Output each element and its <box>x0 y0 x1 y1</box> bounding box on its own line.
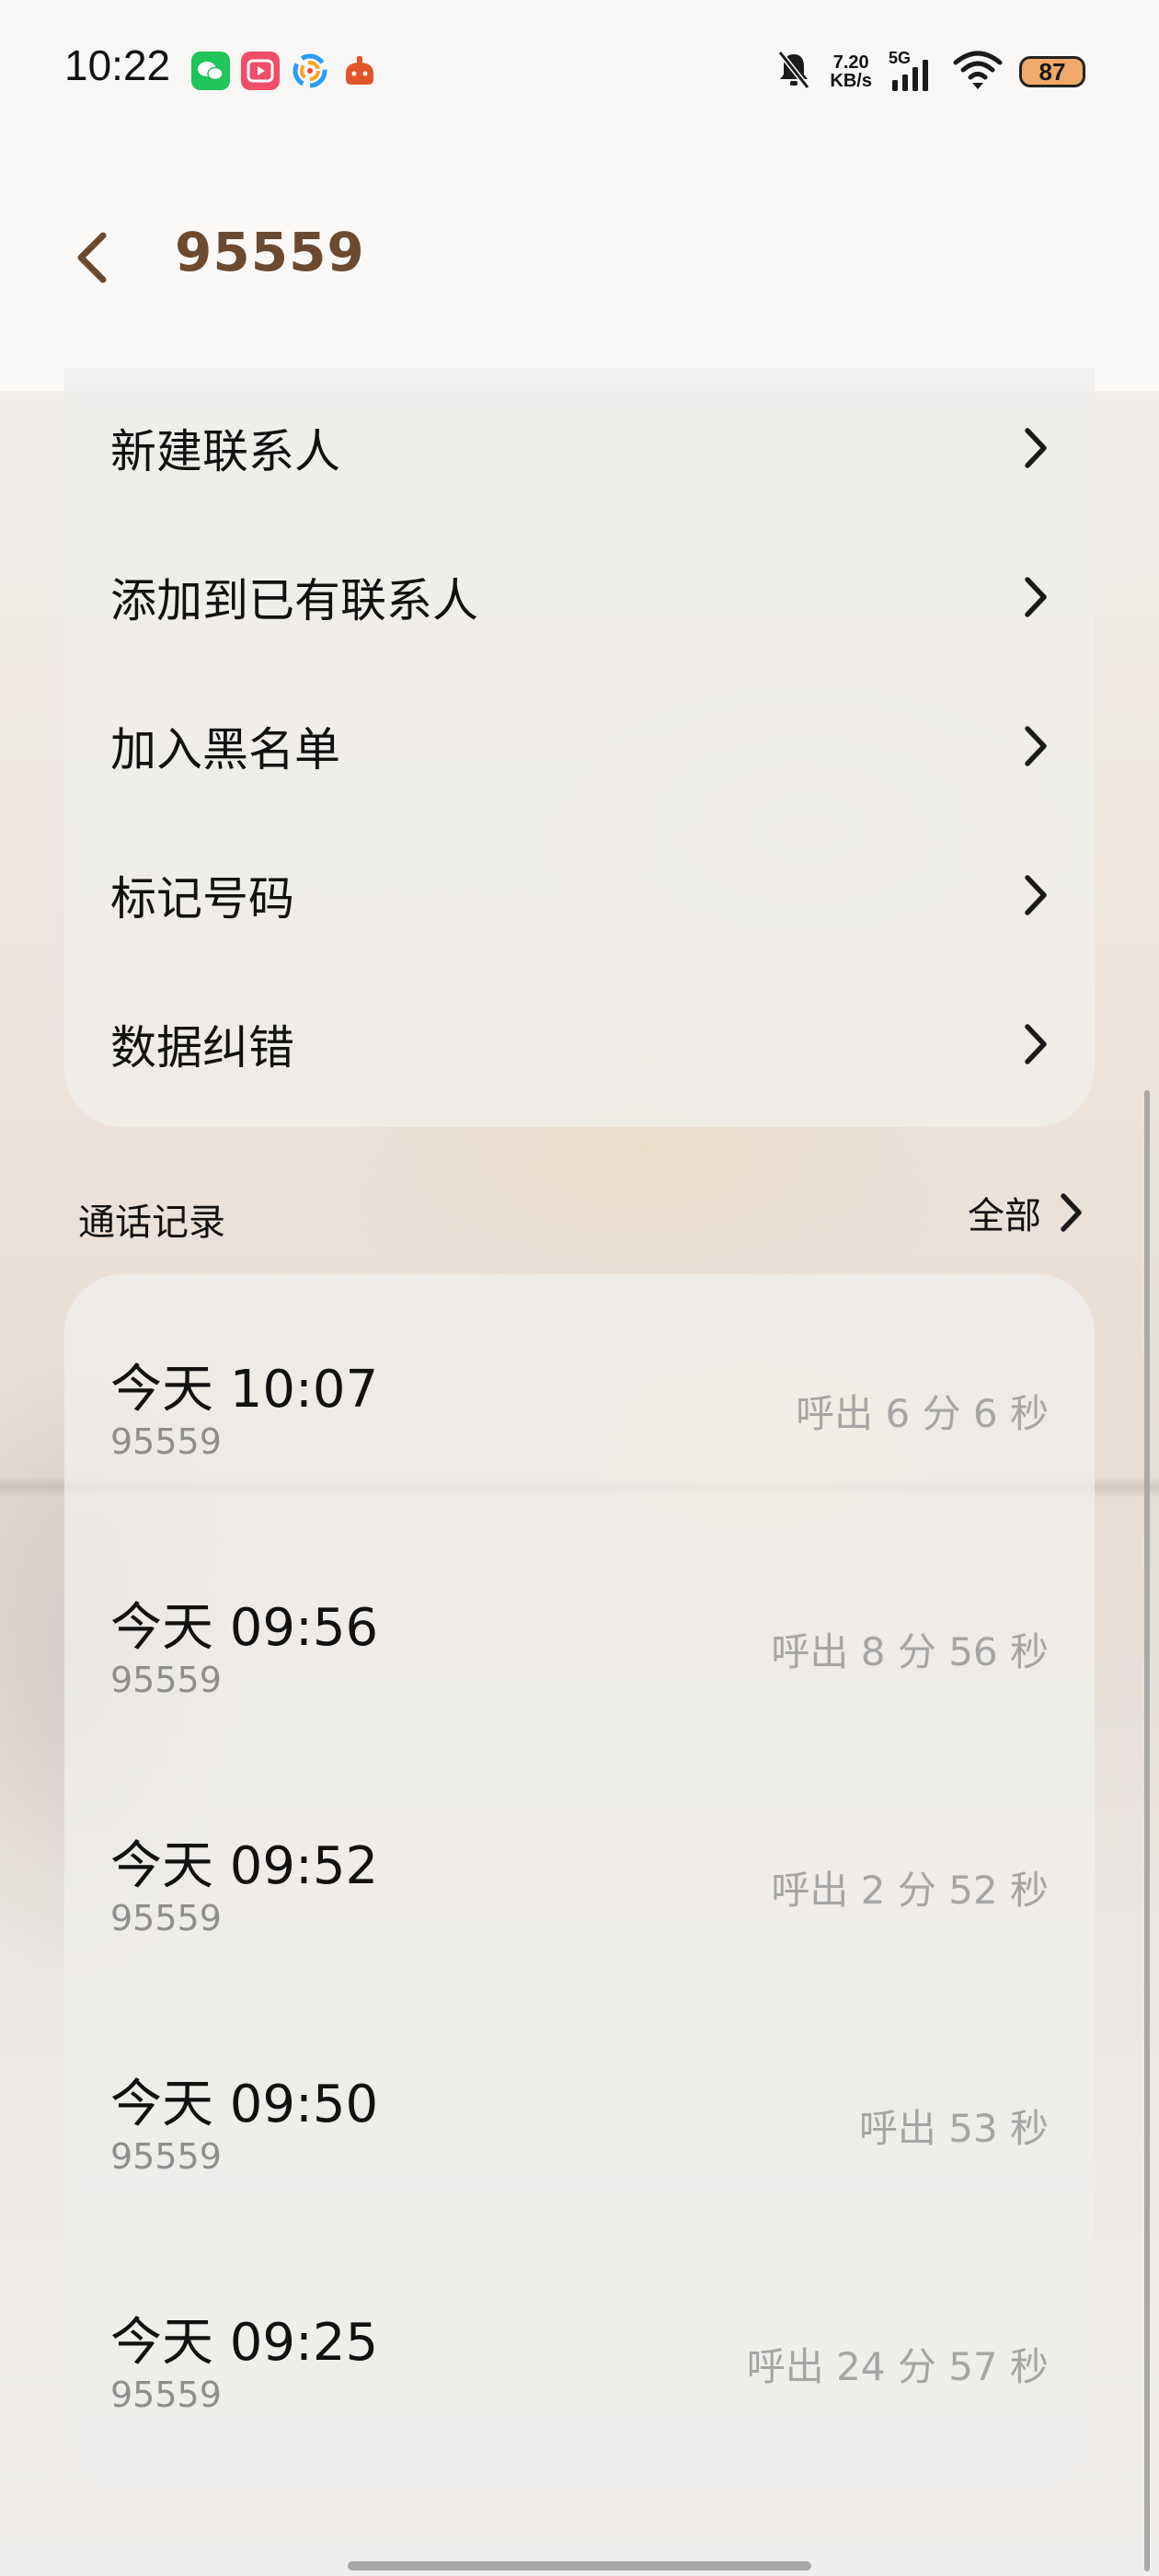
video-app-icon <box>241 52 280 90</box>
taobao-icon <box>340 52 379 90</box>
back-arrow-icon <box>77 232 107 283</box>
action-label: 新建联系人 <box>110 425 340 478</box>
call-time: 今天 09:50 <box>110 2075 379 2134</box>
call-log-entry[interactable]: 今天 09:52 95559 呼出 2 分 52 秒 <box>64 1751 1095 1989</box>
call-log-title: 通话记录 <box>78 1202 225 1244</box>
call-detail: 呼出 24 分 57 秒 <box>746 2344 1049 2389</box>
call-number: 95559 <box>110 1660 222 1700</box>
scrollbar[interactable] <box>1144 1090 1150 2571</box>
call-log-entry[interactable]: 今天 09:50 95559 呼出 53 秒 <box>64 1989 1095 2227</box>
action-label: 标记号码 <box>110 872 294 926</box>
back-button[interactable] <box>55 212 129 304</box>
call-time: 今天 10:07 <box>110 1360 379 1420</box>
status-indicators: 7.20 KB/s 5G 87 <box>775 46 1085 98</box>
browser-app-icon <box>291 52 329 90</box>
chevron-right-icon <box>1025 875 1047 915</box>
chevron-right-icon <box>1025 428 1047 468</box>
call-number: 95559 <box>110 2136 222 2177</box>
call-time: 今天 09:56 <box>110 1598 379 1658</box>
call-time: 今天 09:25 <box>110 2313 379 2373</box>
mute-icon <box>775 49 813 95</box>
chevron-right-icon <box>1025 577 1047 617</box>
top-app-bar <box>0 138 1159 391</box>
call-log-entry[interactable]: 今天 09:56 95559 呼出 8 分 56 秒 <box>64 1512 1095 1751</box>
page-title: 95559 <box>175 221 365 283</box>
signal-icon: 5G <box>889 49 936 95</box>
action-label: 添加到已有联系人 <box>110 574 478 627</box>
home-indicator[interactable] <box>348 2561 811 2570</box>
data-correction-item[interactable]: 数据纠错 <box>64 970 1095 1119</box>
add-to-blacklist-item[interactable]: 加入黑名单 <box>64 672 1095 821</box>
net-speed-value: 7.20 <box>832 52 869 73</box>
call-detail: 呼出 2 分 52 秒 <box>771 1868 1049 1913</box>
action-label: 数据纠错 <box>110 1021 294 1075</box>
call-log-entry[interactable]: 今天 09:25 95559 呼出 24 分 57 秒 <box>64 2227 1095 2466</box>
status-time: 10:22 <box>64 41 171 89</box>
wechat-icon <box>191 52 230 90</box>
call-detail: 呼出 6 分 6 秒 <box>796 1391 1049 1436</box>
call-log-card: 今天 10:07 95559 呼出 6 分 6 秒 今天 09:56 95559… <box>64 1274 1095 2493</box>
battery-icon: 87 <box>1019 56 1085 87</box>
battery-level: 87 <box>1039 57 1066 86</box>
call-number: 95559 <box>110 1898 222 1938</box>
call-log-entry[interactable]: 今天 10:07 95559 呼出 6 分 6 秒 <box>64 1274 1095 1512</box>
wifi-icon <box>953 50 1003 94</box>
view-all-label: 全部 <box>968 1195 1041 1237</box>
chevron-right-icon <box>1025 1024 1047 1064</box>
new-contact-item[interactable]: 新建联系人 <box>64 374 1095 523</box>
chevron-right-icon <box>1061 1193 1082 1232</box>
net-speed-unit: KB/s <box>830 71 872 91</box>
chevron-right-icon <box>1025 726 1047 766</box>
contact-actions-card: 新建联系人 添加到已有联系人 加入黑名单 标记号码 数据纠错 <box>64 368 1095 1127</box>
net-speed: 7.20 KB/s <box>830 53 872 90</box>
call-number: 95559 <box>110 1421 222 1462</box>
status-bar: 10:22 7.20 KB/s 5G 87 <box>0 0 1159 138</box>
mark-number-item[interactable]: 标记号码 <box>64 821 1095 970</box>
view-all-calls-button[interactable]: 全部 <box>968 1185 1085 1240</box>
call-time: 今天 09:52 <box>110 1836 379 1896</box>
action-label: 加入黑名单 <box>110 723 340 776</box>
call-detail: 呼出 8 分 56 秒 <box>771 1629 1049 1674</box>
call-number: 95559 <box>110 2375 222 2415</box>
add-to-existing-contact-item[interactable]: 添加到已有联系人 <box>64 523 1095 672</box>
call-detail: 呼出 53 秒 <box>858 2106 1049 2151</box>
